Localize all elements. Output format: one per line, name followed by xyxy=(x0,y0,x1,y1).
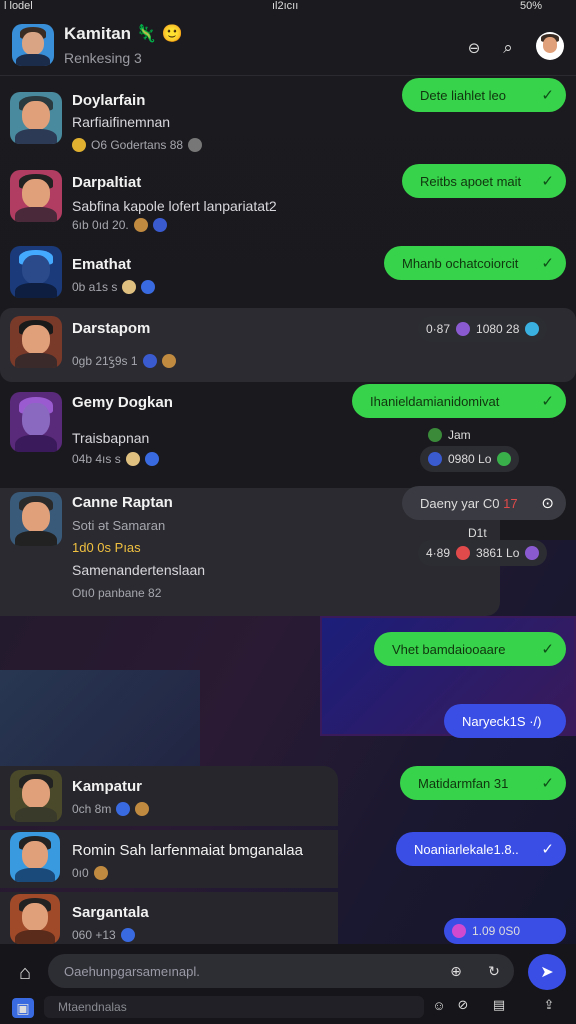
chat-preview: Soti ət Samaran xyxy=(72,518,166,533)
chat-preview: Sabfina kapole lofert lanpariatat2 xyxy=(72,198,277,214)
chat-meta: 060 +13 xyxy=(72,928,135,942)
chat-name: Romin Sah larfenmaiat bmganalaa xyxy=(72,842,303,859)
chat-meta: Otı0 panbane 82 xyxy=(72,586,162,600)
chat-meta: 0b a1s s xyxy=(72,280,156,294)
chat-name: Gemy Dogkan xyxy=(72,394,173,411)
message-bubble[interactable]: Naryeck1S ·/) xyxy=(444,704,566,738)
reaction-label: Jam xyxy=(420,422,479,448)
chat-row[interactable]: Emathat 0b a1s s Mhanb ochatcoiorcit ✓ xyxy=(0,242,576,304)
check-icon: ✓ xyxy=(541,775,554,792)
timer-icon: ⊙ xyxy=(541,495,554,512)
chat-bubble[interactable]: Daeny yar C0 17 ⊙ xyxy=(402,486,566,520)
chat-avatar xyxy=(10,392,62,452)
chat-bubble[interactable]: Matidarmfan 31 ✓ xyxy=(400,766,566,800)
battery-label: 50% xyxy=(520,0,543,12)
reaction-badge[interactable]: 1.09 0S0 xyxy=(444,918,566,944)
chat-name: Darpaltiat xyxy=(72,174,142,191)
search-icon[interactable]: ⌕ xyxy=(496,36,520,60)
chat-name: Kampatur xyxy=(72,778,143,795)
check-icon: ✓ xyxy=(541,255,554,272)
emoji-icon[interactable]: ☺ xyxy=(430,996,448,1014)
header: Kamitan 🦎 🙂 Renkesing 3 ⊖ ⌕ xyxy=(0,14,576,76)
chat-row[interactable]: Doylarfain Rarfiaifinemnan O6 Godertans … xyxy=(0,78,576,158)
chat-name: Darstapom xyxy=(72,320,151,337)
share-icon[interactable]: ⇪ xyxy=(540,996,558,1014)
chat-avatar xyxy=(10,832,60,882)
bottom-field[interactable]: Mtaendnalas xyxy=(44,996,424,1018)
check-icon: ✓ xyxy=(541,641,554,658)
chat-row-selected[interactable]: Darstapom 0gb 21ꝣ9s 1 0·87 1080 28 xyxy=(0,308,576,382)
chat-meta-line: 1d0 0s Pıas xyxy=(72,540,141,555)
reaction-badge[interactable]: 0·87 1080 28 xyxy=(418,316,548,342)
chat-meta: 6ıb 0ıd 20. xyxy=(72,218,167,232)
link-icon[interactable]: ⊖ xyxy=(460,36,488,60)
chat-meta: 0ch 8m xyxy=(72,802,150,816)
status-left: l lodel xyxy=(4,0,33,12)
message-bubble[interactable]: Vhet bamdaiooaare ✓ xyxy=(374,632,566,666)
chat-name: Emathat xyxy=(72,256,132,273)
send-button[interactable]: ➤ xyxy=(528,954,566,990)
chat-avatar xyxy=(10,770,62,822)
check-icon: ✓ xyxy=(541,87,554,104)
chat-avatar xyxy=(10,492,62,546)
chat-name: Doylarfain xyxy=(72,92,146,109)
chat-preview: Rarfiaifinemnan xyxy=(72,114,171,130)
page-title: Kamitan 🦎 🙂 xyxy=(64,24,183,43)
chat-preview-2: Samenandertenslaan xyxy=(72,562,206,578)
chat-bubble[interactable]: Dete liahlet leo ✓ xyxy=(402,78,566,112)
header-avatar[interactable] xyxy=(12,24,54,66)
chat-avatar xyxy=(10,894,60,944)
chat-row[interactable]: Kampatur 0ch 8m xyxy=(0,766,338,826)
chat-bubble[interactable]: Noaniarlekale1.8.. ✓ xyxy=(396,832,566,866)
refresh-icon[interactable]: ↻ xyxy=(484,961,504,981)
page-subtitle: Renkesing 3 xyxy=(64,50,142,66)
send-icon: ➤ xyxy=(540,964,554,981)
reaction-badge[interactable]: 4·89 3861 Lo xyxy=(418,540,548,566)
chat-bubble[interactable]: Reitbs apoet mait ✓ xyxy=(402,164,566,198)
profile-avatar[interactable] xyxy=(536,32,564,60)
message-input[interactable]: Oaehunpgarsameınapl. ⊕ ↻ xyxy=(48,954,514,988)
chat-name: Sargantala xyxy=(72,904,149,921)
check-icon: ✓ xyxy=(541,173,554,190)
chat-name: Canne Raptan xyxy=(72,494,173,511)
chat-meta: 0ı0 xyxy=(72,866,108,880)
status-bar: l lodel ıl2ıcıı 50% xyxy=(0,0,576,14)
reaction-badge[interactable]: 0980 Lo xyxy=(420,446,520,472)
chat-avatar xyxy=(10,246,62,298)
chat-preview: Traisbapnan xyxy=(72,430,150,446)
chat-meta: 0gb 21ꝣ9s 1 xyxy=(72,352,176,369)
app-icon[interactable]: ▣ xyxy=(12,998,34,1018)
chat-meta: O6 Godertans 88 xyxy=(72,138,203,152)
chat-app: l lodel ıl2ıcıı 50% Kamitan 🦎 🙂 Renkesin… xyxy=(0,0,576,1024)
check-icon: ✓ xyxy=(541,393,554,410)
chat-bubble[interactable]: Ihanieldamianidomivat ✓ xyxy=(352,384,566,418)
sticker-icon[interactable]: ⊘ xyxy=(454,996,472,1014)
home-icon[interactable]: ⌂ xyxy=(12,960,38,986)
chat-bubble[interactable]: Mhanb ochatcoiorcit ✓ xyxy=(384,246,566,280)
image-icon[interactable]: ▤ xyxy=(490,996,508,1014)
status-time: ıl2ıcıı xyxy=(272,0,299,12)
check-icon: ✓ xyxy=(541,841,554,858)
chat-row[interactable]: Gemy Dogkan Traisbapnan 04b 4ıs s Ihanie… xyxy=(0,384,576,482)
chat-row[interactable]: Sargantala 060 +13 xyxy=(0,892,338,944)
chat-meta: 04b 4ıs s xyxy=(72,452,159,466)
chat-avatar xyxy=(10,316,62,368)
chat-avatar xyxy=(10,92,62,144)
attach-icon[interactable]: ⊕ xyxy=(446,961,466,981)
chat-row[interactable]: Darpaltiat Sabfina kapole lofert lanpari… xyxy=(0,162,576,238)
chat-avatar xyxy=(10,170,62,222)
chat-row[interactable]: Romin Sah larfenmaiat bmganalaa 0ı0 xyxy=(0,830,338,888)
